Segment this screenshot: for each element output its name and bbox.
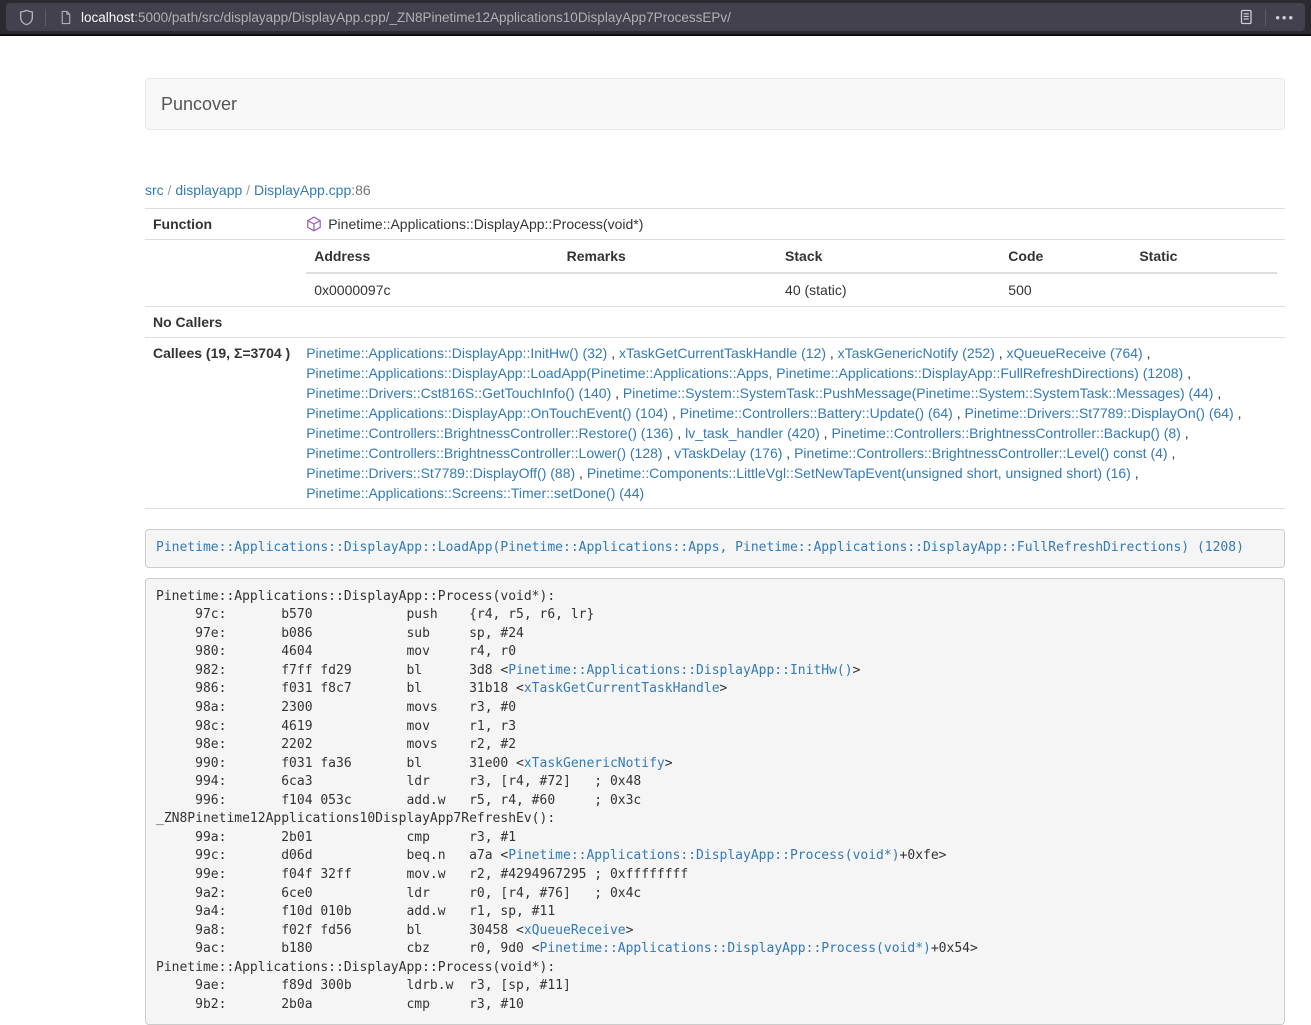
function-stats-row: Address Remarks Stack Code Static 0x0000…: [145, 240, 1285, 307]
callee-link[interactable]: xTaskGetCurrentTaskHandle (12): [619, 345, 826, 361]
urlbar-divider: [45, 9, 46, 26]
more-actions-icon[interactable]: •••: [1275, 10, 1295, 25]
breadcrumb: src / displayapp / DisplayApp.cpp:86: [145, 182, 1285, 198]
page-info-icon[interactable]: [55, 7, 75, 27]
url-host: localhost: [81, 10, 134, 25]
remarks-value: [559, 273, 777, 306]
function-label: Function: [145, 209, 298, 240]
callee-link[interactable]: Pinetime::Drivers::St7789::DisplayOff() …: [306, 465, 575, 481]
address-value: 0x0000097c: [306, 273, 558, 306]
callee-link[interactable]: Pinetime::Controllers::BrightnessControl…: [794, 445, 1167, 461]
no-callers-row: No Callers: [145, 307, 1285, 338]
loadapp-link[interactable]: Pinetime::Applications::DisplayApp::Load…: [156, 540, 1244, 555]
callee-link[interactable]: xQueueReceive (764): [1007, 345, 1143, 361]
url-path: :5000/path/src/displayapp/DisplayApp.cpp…: [134, 10, 731, 25]
callee-link[interactable]: Pinetime::System::SystemTask::PushMessag…: [623, 385, 1214, 401]
urlbar-divider: [1265, 9, 1266, 26]
breadcrumb-file[interactable]: DisplayApp.cpp: [254, 182, 351, 198]
app-header: Puncover: [145, 78, 1285, 130]
function-name: Pinetime::Applications::DisplayApp::Proc…: [328, 216, 643, 232]
breadcrumb-line-number: :86: [351, 182, 370, 198]
function-detail-table: Function Pinetime::Applications::Display…: [145, 208, 1285, 509]
asm-symbol-link[interactable]: xQueueReceive: [524, 923, 626, 938]
url-text: localhost:5000/path/src/displayapp/Displ…: [81, 10, 1236, 25]
callee-link[interactable]: Pinetime::Controllers::BrightnessControl…: [306, 425, 673, 441]
table-row: 0x0000097c 40 (static) 500: [306, 273, 1277, 306]
callee-link[interactable]: Pinetime::Applications::DisplayApp::Load…: [306, 365, 1183, 381]
col-code: Code: [1000, 240, 1131, 273]
asm-symbol-link[interactable]: xTaskGenericNotify: [524, 756, 665, 771]
breadcrumb-separator: /: [164, 182, 176, 198]
callees-label: Callees (19, Σ=3704 ): [145, 338, 298, 509]
callee-link[interactable]: Pinetime::Applications::Screens::Timer::…: [306, 485, 644, 501]
callee-link[interactable]: Pinetime::Controllers::Battery::Update()…: [680, 405, 953, 421]
static-value: [1131, 273, 1277, 306]
reader-mode-icon[interactable]: [1236, 7, 1256, 27]
col-address: Address: [306, 240, 558, 273]
callees-cell: Pinetime::Applications::DisplayApp::Init…: [298, 338, 1285, 509]
asm-symbol-link[interactable]: Pinetime::Applications::DisplayApp::Init…: [508, 663, 852, 678]
callee-link[interactable]: Pinetime::Controllers::BrightnessControl…: [306, 445, 662, 461]
url-bar[interactable]: localhost:5000/path/src/displayapp/Displ…: [6, 3, 1305, 31]
stack-value: 40 (static): [777, 273, 1000, 306]
asm-symbol-link[interactable]: xTaskGetCurrentTaskHandle: [524, 681, 720, 696]
callee-link[interactable]: Pinetime::Drivers::Cst816S::GetTouchInfo…: [306, 385, 611, 401]
callee-link[interactable]: Pinetime::Applications::DisplayApp::OnTo…: [306, 405, 668, 421]
callee-link[interactable]: Pinetime::Components::LittleVgl::SetNewT…: [587, 465, 1131, 481]
disassembly-code: Pinetime::Applications::DisplayApp::Proc…: [145, 578, 1285, 1025]
no-callers-label: No Callers: [145, 307, 298, 338]
loadapp-signature-block: Pinetime::Applications::DisplayApp::Load…: [145, 529, 1285, 568]
callee-link[interactable]: xTaskGenericNotify (252): [838, 345, 995, 361]
callee-link[interactable]: Pinetime::Applications::DisplayApp::Init…: [306, 345, 607, 361]
function-stats-table: Address Remarks Stack Code Static 0x0000…: [306, 240, 1277, 306]
code-value: 500: [1000, 273, 1131, 306]
col-stack: Stack: [777, 240, 1000, 273]
asm-symbol-link[interactable]: Pinetime::Applications::DisplayApp::Proc…: [508, 848, 899, 863]
breadcrumb-displayapp[interactable]: displayapp: [175, 182, 242, 198]
empty-label-cell: [145, 240, 298, 307]
callees-row: Callees (19, Σ=3704 ) Pinetime::Applicat…: [145, 338, 1285, 509]
col-static: Static: [1131, 240, 1277, 273]
breadcrumb-separator: /: [242, 182, 254, 198]
callee-link[interactable]: Pinetime::Controllers::BrightnessControl…: [831, 425, 1180, 441]
page-content: Puncover src / displayapp / DisplayApp.c…: [145, 36, 1285, 1025]
breadcrumb-src[interactable]: src: [145, 182, 164, 198]
callee-link[interactable]: Pinetime::Drivers::St7789::DisplayOn() (…: [965, 405, 1234, 421]
asm-symbol-link[interactable]: Pinetime::Applications::DisplayApp::Proc…: [540, 941, 931, 956]
function-row: Function Pinetime::Applications::Display…: [145, 209, 1285, 240]
app-title[interactable]: Puncover: [161, 94, 237, 115]
cube-symbol-icon: [306, 216, 322, 232]
callee-link[interactable]: vTaskDelay (176): [674, 445, 782, 461]
shield-icon[interactable]: [16, 7, 36, 27]
browser-toolbar: localhost:5000/path/src/displayapp/Displ…: [0, 0, 1311, 36]
col-remarks: Remarks: [559, 240, 777, 273]
callee-link[interactable]: lv_task_handler (420): [685, 425, 820, 441]
